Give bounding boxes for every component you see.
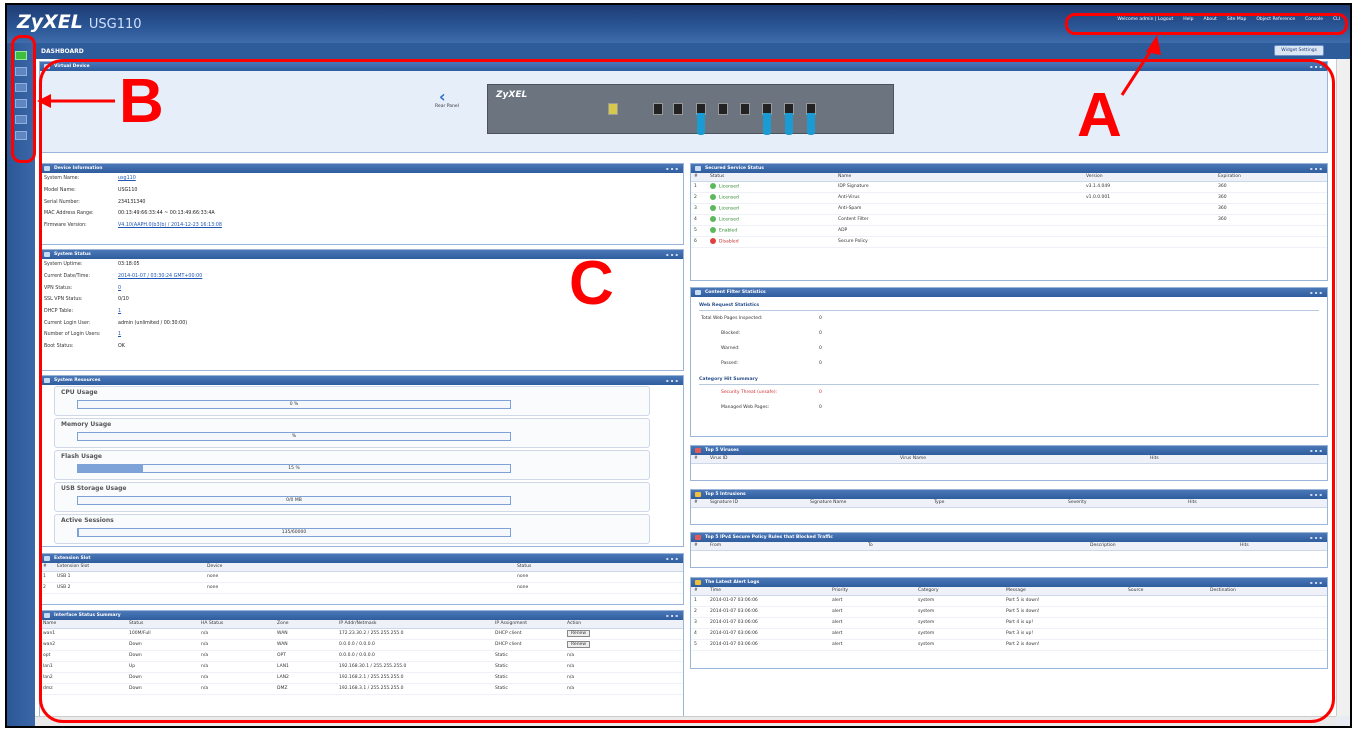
arrow-a-head (1146, 35, 1161, 55)
screenshot-frame: ZyXEL USG110 Welcome admin | Logout Help … (5, 3, 1352, 728)
annotation-label-a: A (1077, 81, 1122, 150)
arrow-b-head (37, 94, 51, 108)
annotation-label-b: B (119, 67, 164, 136)
annotation-label-c: C (569, 249, 614, 318)
annotation-arrows (37, 35, 1161, 108)
